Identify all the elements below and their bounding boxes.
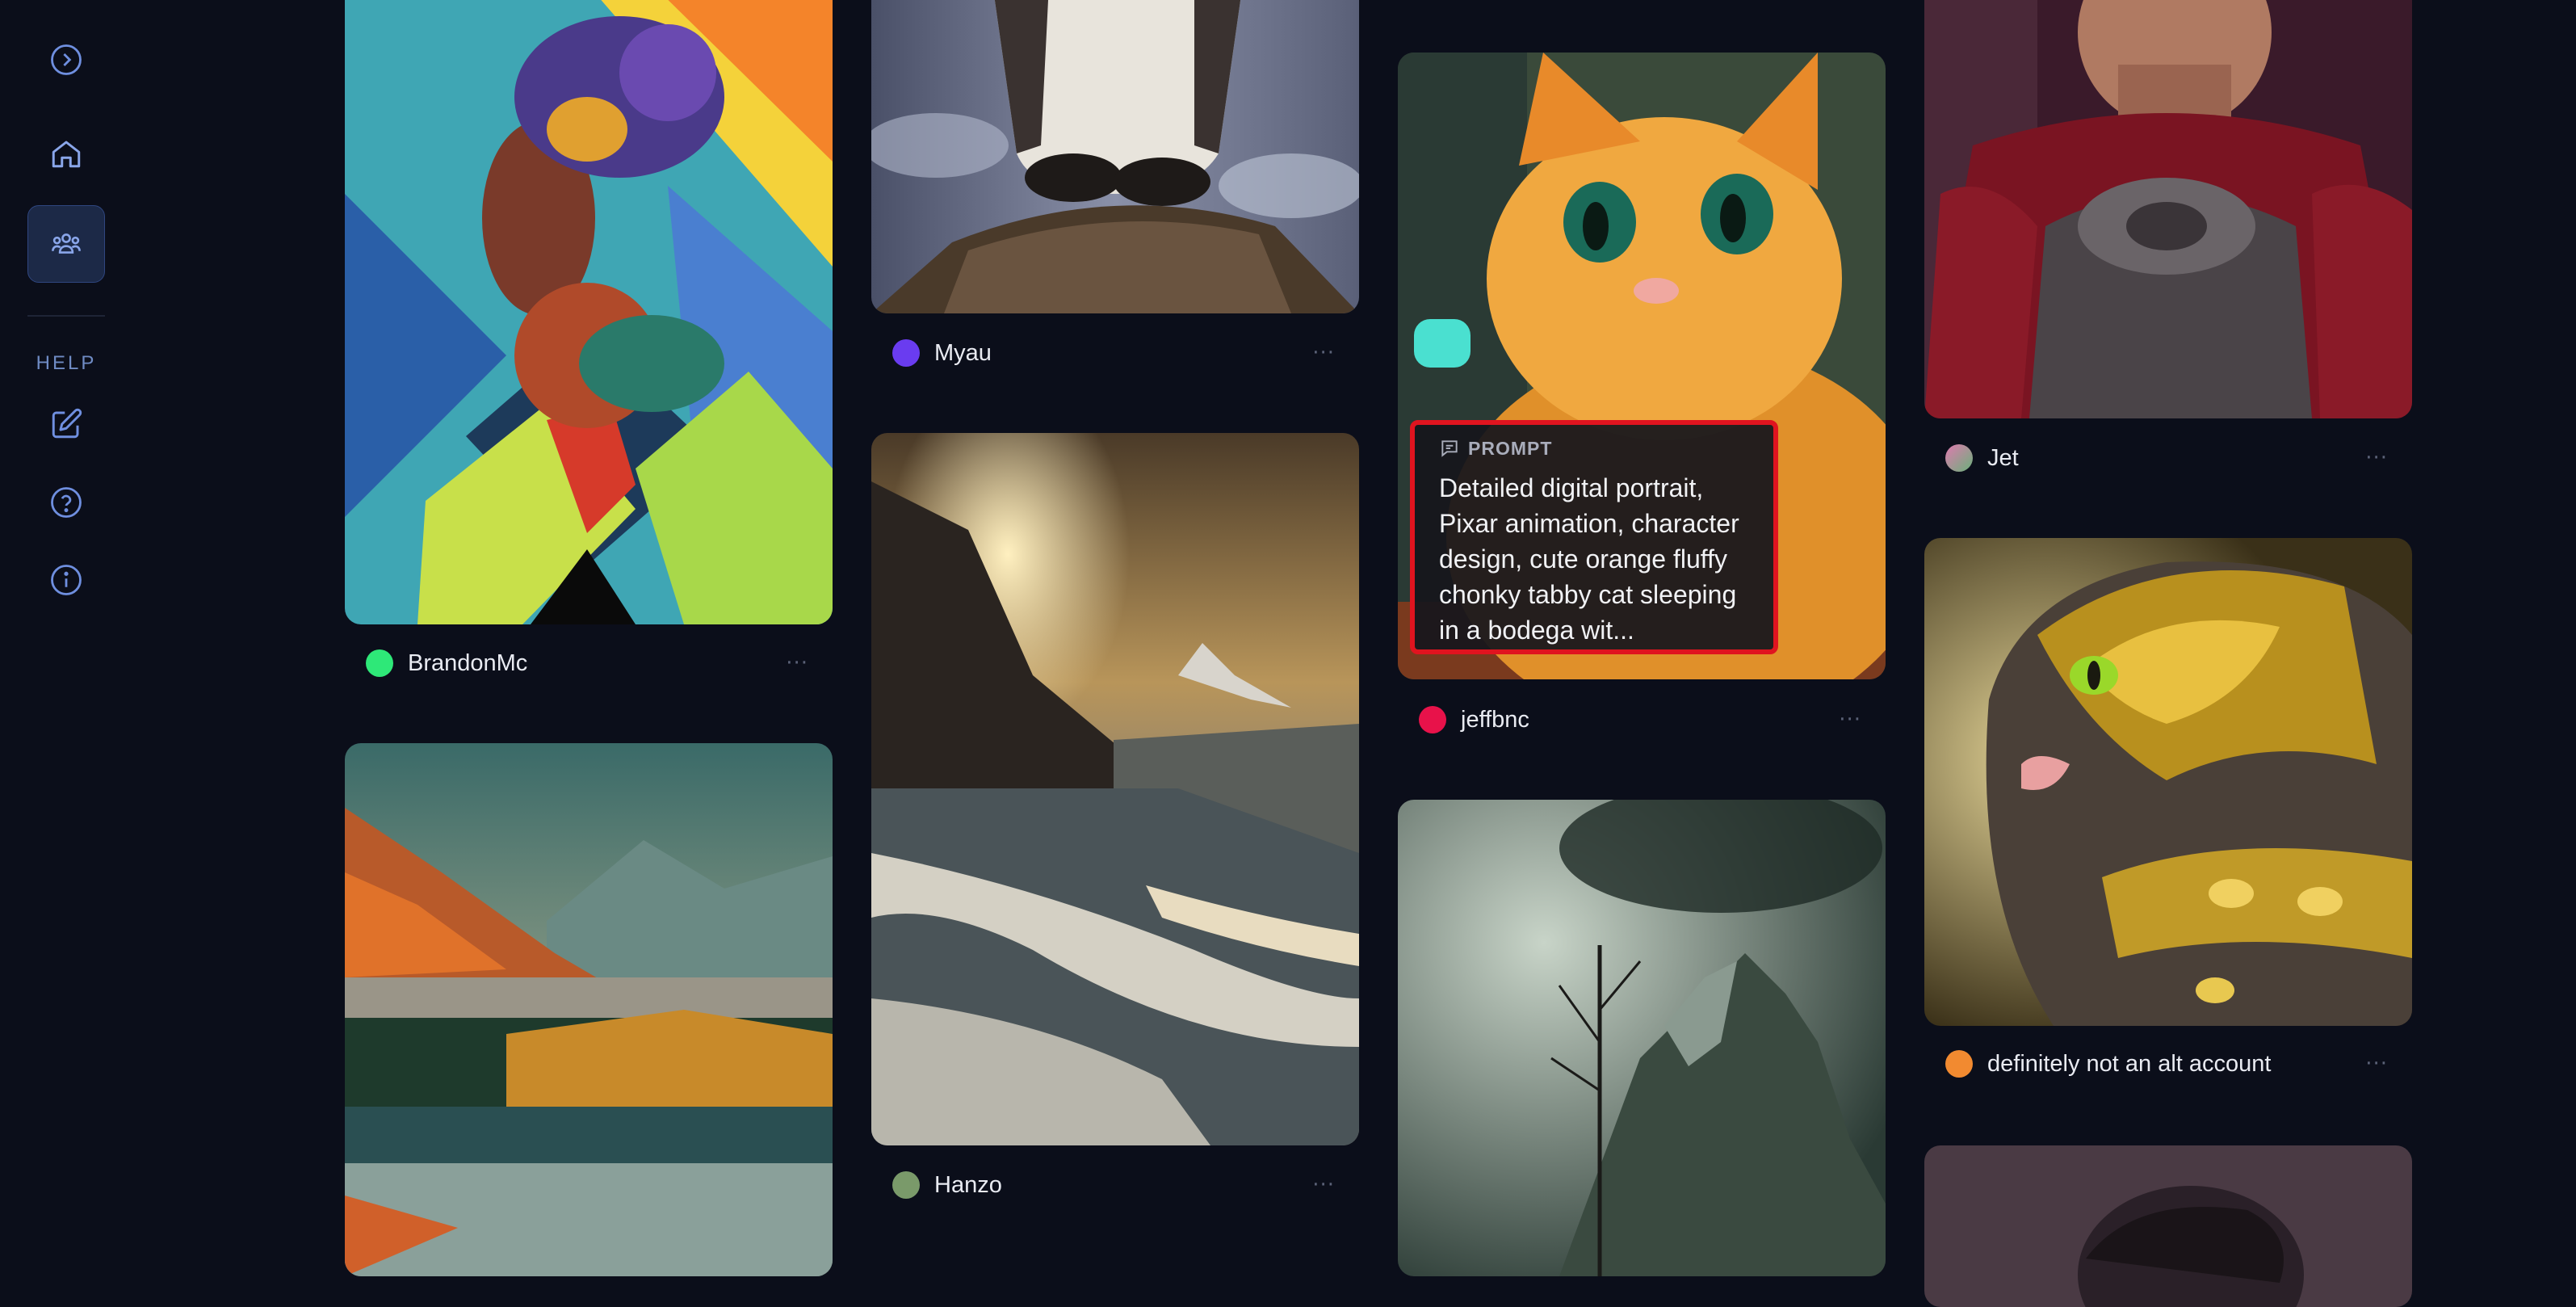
home-icon [52, 141, 81, 168]
gallery-image[interactable] [345, 0, 833, 624]
warrior-image [1924, 0, 2412, 418]
avatar[interactable] [1945, 1050, 1973, 1078]
avatar[interactable] [366, 649, 393, 677]
prompt-header: PROMPT [1439, 435, 1751, 462]
golden-armor-cat-image [1924, 538, 2412, 1026]
home-button[interactable] [27, 115, 105, 192]
snowy-mountain-image [871, 433, 1359, 1145]
card-footer: Hanzo ··· [871, 1165, 1359, 1205]
expand-icon [51, 44, 82, 75]
avatar[interactable] [1419, 706, 1446, 733]
otter-image [871, 0, 1359, 313]
prompt-label: PROMPT [1468, 437, 1553, 459]
chat-bubble-icon [1441, 440, 1458, 457]
more-options-button[interactable]: ··· [786, 651, 808, 675]
autumn-lake-image [345, 743, 833, 1276]
more-options-button[interactable]: ··· [2365, 446, 2388, 470]
help-section-label: HELP [36, 352, 97, 374]
community-icon [52, 233, 81, 254]
more-options-button[interactable]: ··· [1839, 708, 1861, 732]
gallery-image[interactable] [1924, 0, 2412, 418]
portrait-image [1924, 1145, 2412, 1307]
username[interactable]: definitely not an alt account [1987, 1051, 2271, 1078]
username[interactable]: BrandonMc [408, 650, 527, 677]
more-options-button[interactable]: ··· [1312, 1173, 1335, 1197]
card-footer: jeffbnc ··· [1398, 700, 1886, 740]
gallery-image[interactable] [1924, 538, 2412, 1026]
edit-icon [52, 408, 82, 439]
card-footer: definitely not an alt account ··· [1924, 1044, 2412, 1084]
avatar[interactable] [892, 339, 920, 367]
prompt-text: Detailed digital portrait, Pixar animati… [1439, 473, 1739, 645]
sidebar-divider [27, 315, 105, 317]
username[interactable]: Myau [934, 340, 992, 367]
info-icon [51, 565, 82, 595]
more-options-button[interactable]: ··· [1312, 341, 1335, 365]
avatar[interactable] [1945, 444, 1973, 472]
gallery-image[interactable] [1398, 800, 1886, 1276]
info-button[interactable] [27, 541, 105, 619]
sidebar: HELP [0, 0, 132, 1254]
gallery-image[interactable] [871, 0, 1359, 313]
card-footer: BrandonMc ··· [345, 643, 833, 683]
prompt-tooltip: PROMPT Detailed digital portrait, Pixar … [1410, 420, 1778, 654]
username[interactable]: Jet [1987, 445, 2019, 472]
misty-peak-image [1398, 800, 1886, 1276]
gallery-image[interactable] [345, 743, 833, 1276]
more-options-button[interactable]: ··· [2365, 1052, 2388, 1076]
community-button[interactable] [27, 205, 105, 283]
help-circle-icon [51, 487, 82, 518]
card-footer: Myau ··· [871, 333, 1359, 373]
username[interactable]: jeffbnc [1461, 707, 1529, 733]
abstract-portrait-image [345, 0, 833, 624]
username[interactable]: Hanzo [934, 1172, 1002, 1199]
edit-button[interactable] [27, 385, 105, 463]
card-footer: Jet ··· [1924, 438, 2412, 478]
gallery-image[interactable] [871, 433, 1359, 1145]
expand-sidebar-button[interactable] [27, 21, 105, 99]
help-button[interactable] [27, 464, 105, 541]
avatar[interactable] [892, 1171, 920, 1199]
gallery-image[interactable] [1924, 1145, 2412, 1307]
